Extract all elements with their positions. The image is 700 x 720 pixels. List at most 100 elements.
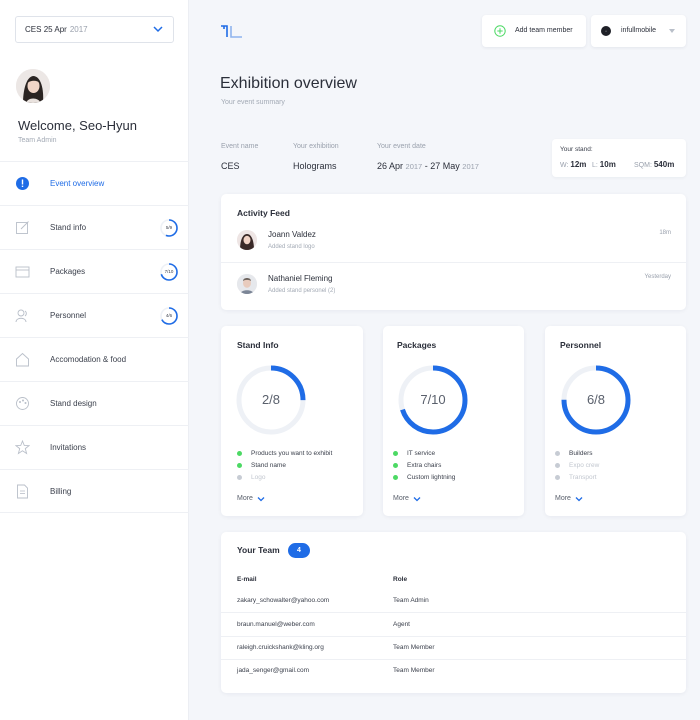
team-role: Team Member — [393, 644, 435, 651]
team-email: zakary_schowalter@yahoo.com — [237, 597, 330, 604]
table-row[interactable]: raleigh.cruickshank@kling.org Team Membe… — [221, 636, 686, 660]
date-end: - 27 May — [424, 161, 460, 171]
column-header-role: Role — [393, 576, 408, 583]
progress-text: 4/6 — [165, 313, 173, 318]
sidebar-item-label: Personnel — [50, 311, 87, 320]
activity-user-name: Nathaniel Fleming — [268, 274, 333, 283]
event-select-date: 25 Apr — [43, 25, 67, 34]
sidebar-item-packages[interactable]: Packages 7/10 — [0, 249, 189, 293]
org-logo-icon: • — [601, 26, 611, 36]
stand-width: W: 12m — [560, 160, 586, 169]
checklist-item: Builders — [555, 447, 599, 459]
checklist-item: Custom lightning — [393, 471, 455, 483]
sidebar-item-label: Stand info — [50, 223, 87, 232]
progress-ring-small: 4/6 — [159, 306, 179, 326]
divider — [221, 262, 686, 263]
sidebar: CES 25 Apr 2017 Welcome, Seo-Hyun Team A… — [0, 0, 189, 720]
sidebar-item-event-overview[interactable]: Event overview — [0, 161, 189, 205]
sidebar-item-invitations[interactable]: Invitations — [0, 425, 189, 469]
house-icon — [16, 352, 29, 367]
chevron-down-icon — [257, 496, 265, 501]
activity-feed-card: Activity Feed Joann Valdez Added stand l… — [221, 194, 686, 310]
status-dot — [237, 450, 242, 456]
date-end-year: 2017 — [462, 162, 479, 171]
more-label: More — [555, 495, 571, 502]
checklist-label: Custom lightning — [407, 473, 456, 481]
people-icon — [15, 309, 27, 323]
progress-text: 7/10 — [164, 269, 174, 274]
activity-item[interactable]: Joann Valdez Added stand logo 18m — [221, 220, 686, 266]
more-button[interactable]: More — [555, 495, 583, 502]
star-icon — [15, 440, 30, 455]
activity-description: Added stand personel (2) — [268, 288, 336, 294]
palette-icon — [16, 397, 29, 410]
table-row[interactable]: braun.manuel@weber.com Agent — [221, 613, 686, 637]
activity-item[interactable]: Nathaniel Fleming Added stand personel (… — [221, 264, 686, 310]
account-name: infullmobile — [621, 27, 657, 34]
avatar — [237, 230, 257, 250]
sidebar-item-stand-info[interactable]: Stand info 5/9 — [0, 205, 189, 249]
checklist-label: Expo crew — [569, 461, 600, 469]
event-date-select[interactable]: CES 25 Apr 2017 — [15, 16, 174, 43]
add-team-member-button[interactable]: Add team member — [482, 15, 586, 47]
stand-length: L: 10m — [592, 160, 616, 169]
progress-ring-value: 6/8 — [586, 392, 606, 407]
avatar[interactable] — [16, 69, 50, 103]
progress-text: 5/9 — [165, 225, 173, 230]
team-count-badge: 4 — [288, 543, 310, 558]
sidebar-item-label: Event overview — [50, 179, 105, 188]
checklist-label: Transport — [569, 473, 597, 481]
exhibition-label: Your exhibition — [293, 143, 339, 150]
status-dot — [393, 462, 398, 468]
table-row[interactable]: jada_senger@gmail.com Team Member — [221, 659, 686, 683]
activity-time: Yesterday — [644, 274, 671, 280]
event-select-name: CES — [25, 25, 42, 34]
status-dot — [237, 462, 242, 468]
personnel-card: Personnel 6/8 Builders Expo crew Transpo… — [545, 326, 686, 516]
brand-logo[interactable] — [220, 23, 244, 39]
sidebar-item-personnel[interactable]: Personnel 4/6 — [0, 293, 189, 337]
chevron-down-icon — [413, 496, 421, 501]
sidebar-item-label: Accomodation & food — [50, 355, 127, 364]
sidebar-item-label: Packages — [50, 267, 86, 276]
sidebar-item-label: Stand design — [50, 399, 97, 408]
exhibition-value: Holograms — [293, 161, 337, 171]
page-title: Exhibition overview — [220, 75, 357, 92]
status-dot — [393, 474, 398, 480]
checklist-item: Transport — [555, 471, 599, 483]
checklist-label: Extra chairs — [407, 461, 442, 469]
info-circle-icon — [16, 177, 29, 190]
activity-description: Added stand logo — [268, 244, 315, 250]
welcome-text: Welcome, Seo-Hyun — [18, 118, 137, 133]
event-select-year: 2017 — [69, 25, 88, 34]
activity-user-name: Joann Valdez — [268, 230, 316, 239]
status-dot — [555, 474, 560, 480]
checklist: IT service Extra chairs Custom lightning — [393, 447, 455, 483]
stand-length-label: L: — [592, 162, 598, 169]
account-menu[interactable]: • infullmobile — [591, 15, 686, 47]
checklist-item: Logo — [237, 471, 332, 483]
checklist-item: IT service — [393, 447, 455, 459]
sidebar-item-billing[interactable]: Billing — [0, 469, 189, 513]
status-dot — [393, 450, 398, 456]
stand-width-label: W: — [560, 162, 569, 169]
team-role: Agent — [393, 621, 410, 628]
checklist-item: Extra chairs — [393, 459, 455, 471]
more-button[interactable]: More — [237, 495, 265, 502]
stand-width-value: 12m — [570, 160, 587, 169]
checklist-label: Builders — [569, 449, 593, 457]
stand-title: Your stand: — [560, 146, 593, 153]
team-email: braun.manuel@weber.com — [237, 621, 315, 628]
sidebar-item-stand-design[interactable]: Stand design — [0, 381, 189, 425]
sidebar-item-accommodation-food[interactable]: Accomodation & food — [0, 337, 189, 381]
date-start-year: 2017 — [405, 162, 423, 171]
packages-card: Packages 7/10 IT service Extra chairs Cu… — [383, 326, 524, 516]
checklist-item: Stand name — [237, 459, 332, 471]
more-button[interactable]: More — [393, 495, 421, 502]
stand-sqm-label: SQM: — [634, 162, 652, 169]
table-row[interactable]: zakary_schowalter@yahoo.com Team Admin — [221, 589, 686, 613]
chevron-down-icon — [153, 26, 163, 33]
status-dot — [555, 450, 560, 456]
team-email: jada_senger@gmail.com — [237, 667, 309, 674]
activity-feed-title: Activity Feed — [237, 208, 290, 218]
